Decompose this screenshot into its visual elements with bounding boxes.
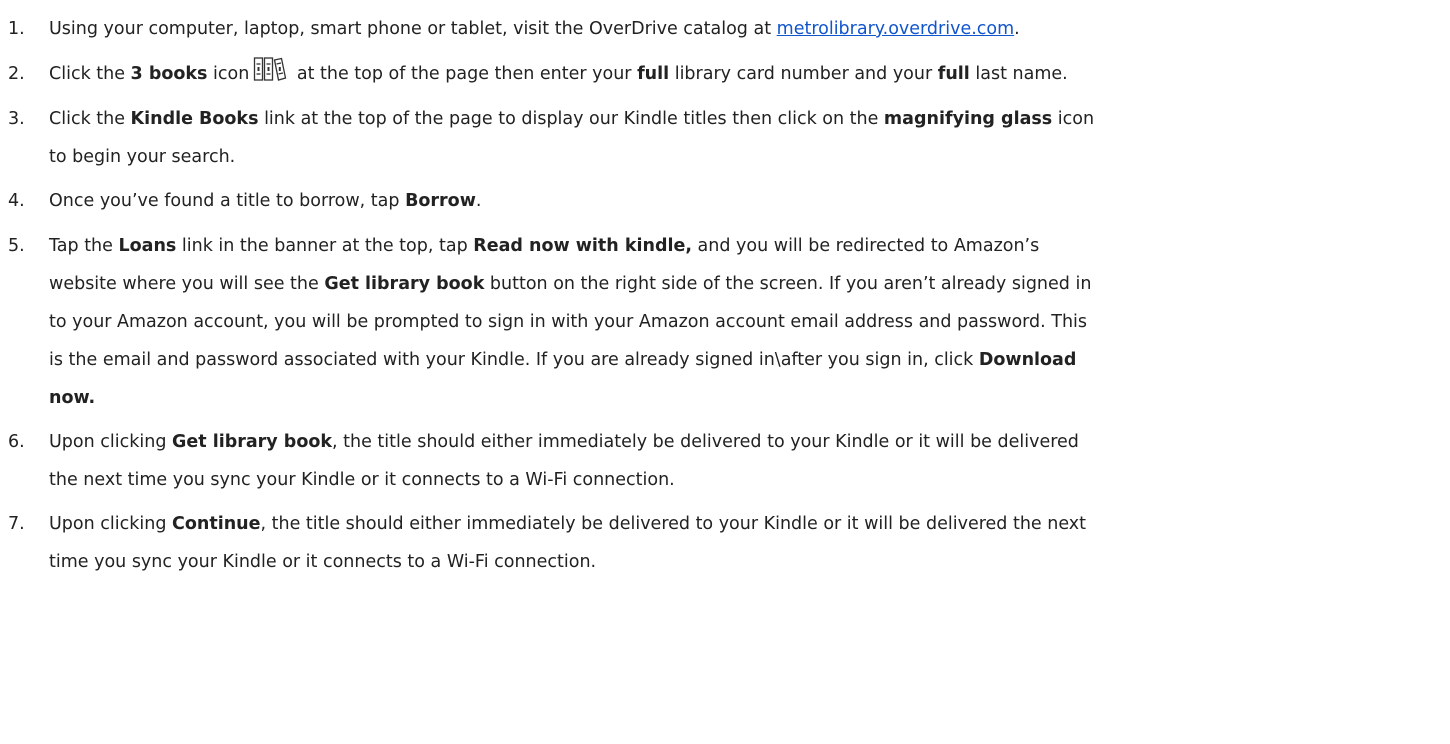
step-text: Using your computer, laptop, smart phone…: [49, 19, 777, 39]
step-text: the next time you sync your Kindle or it…: [49, 470, 675, 490]
step-text: to your Amazon account, you will be prom…: [49, 312, 1088, 332]
bold-text: Read now with kindle,: [473, 236, 692, 256]
step-text: time you sync your Kindle or it connects…: [49, 552, 597, 572]
step-text: to begin your search.: [49, 147, 236, 167]
step-text: , the title should either immediately be…: [332, 432, 1079, 452]
step-text: last name.: [969, 64, 1068, 84]
step-number: 1.: [8, 19, 25, 39]
step-number: 2.: [8, 64, 25, 84]
step-text: link in the banner at the top, tap: [176, 236, 474, 256]
step-text: link at the top of the page to display o…: [258, 109, 884, 129]
step-number: 3.: [8, 109, 25, 129]
step-text: is the email and password associated wit…: [49, 350, 979, 370]
step-text: Click the: [49, 64, 131, 84]
step-text: at the top of the page then enter your: [291, 64, 638, 84]
bold-text: Loans: [118, 236, 177, 256]
step-text: button on the right side of the screen. …: [484, 274, 1092, 294]
step-text: library card number and your: [669, 64, 938, 84]
bold-text: Get library book: [324, 274, 485, 294]
three-books-icon: [253, 56, 287, 96]
step-text: and you will be redirected to Amazon’s: [691, 236, 1040, 256]
step-text: .: [475, 191, 482, 211]
bold-text: Get library book: [172, 432, 333, 452]
bold-text: magnifying glass: [883, 109, 1053, 129]
step-text: icon: [207, 64, 250, 84]
step-text: Once you’ve found a title to borrow, tap: [49, 191, 406, 211]
bold-text: now.: [49, 388, 96, 408]
step-text: .: [1014, 19, 1020, 39]
instructions-document: 1. Using your computer, laptop, smart ph…: [0, 0, 1450, 744]
step-number: 6.: [8, 432, 25, 452]
bold-text: Borrow: [405, 191, 476, 211]
step-text: Upon clicking: [49, 514, 173, 534]
step-number: 4.: [8, 191, 25, 211]
step-text: Click the: [49, 109, 131, 129]
step-text: Tap the: [49, 236, 119, 256]
bold-text: Continue: [172, 514, 261, 534]
overdrive-catalog-link[interactable]: metrolibrary.overdrive.com: [777, 19, 1015, 39]
step-number: 5.: [8, 236, 25, 256]
step-text: Upon clicking: [49, 432, 173, 452]
bold-text: Download: [978, 350, 1077, 370]
bold-text: Kindle Books: [130, 109, 259, 129]
bold-text: full: [637, 64, 670, 84]
bold-text: 3 books: [130, 64, 208, 84]
bold-text: full: [937, 64, 970, 84]
step-text: icon: [1052, 109, 1095, 129]
step-text: website where you will see the: [49, 274, 325, 294]
step-number: 7.: [8, 514, 25, 534]
step-text: , the title should either immediately be…: [260, 514, 1087, 534]
